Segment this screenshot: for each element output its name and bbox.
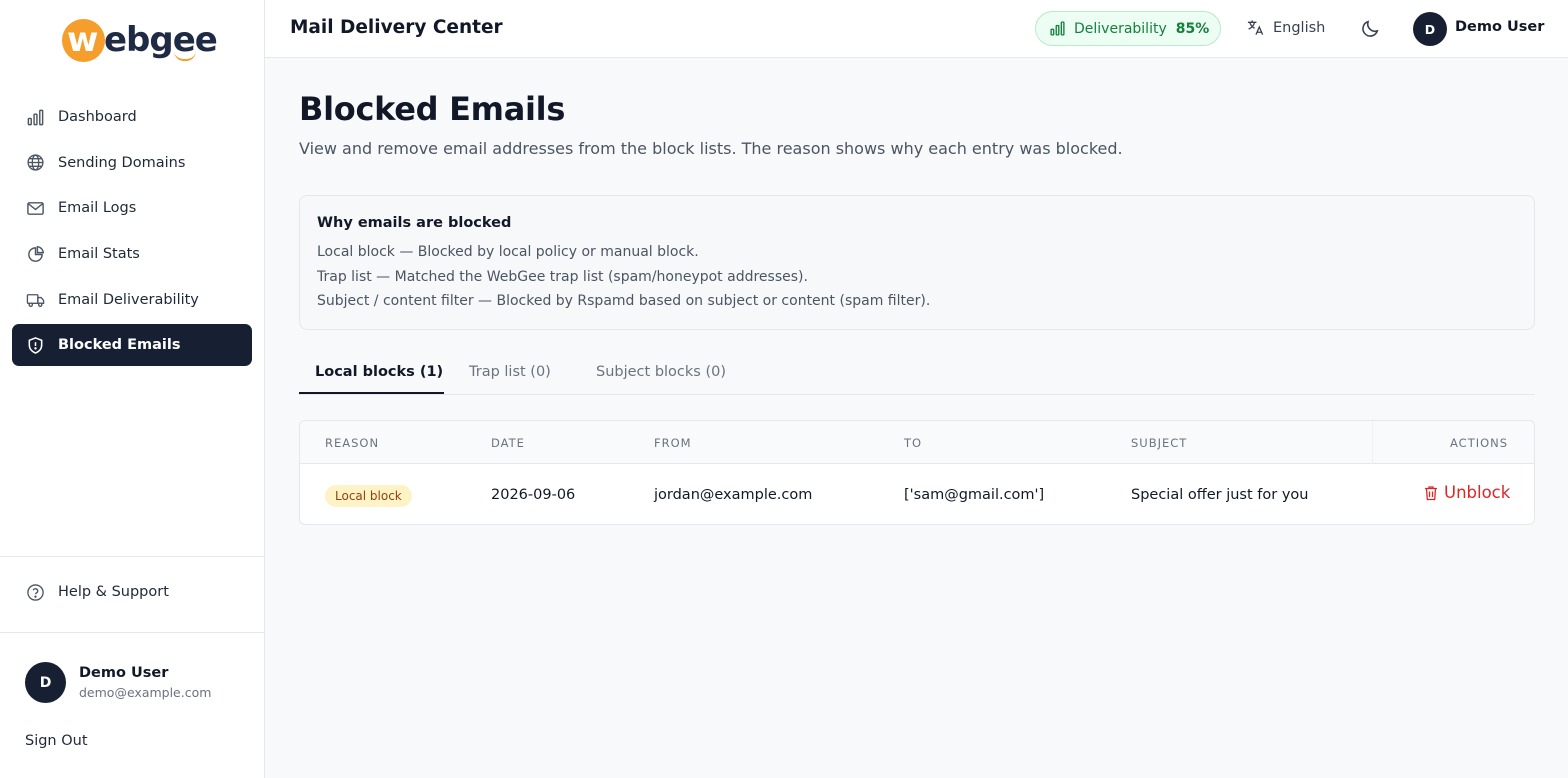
top-header: Mail Delivery Center Deliverability 85% … xyxy=(265,0,1568,58)
moon-icon[interactable] xyxy=(1360,18,1381,39)
help-support-label: Help & Support xyxy=(58,584,169,600)
bar-chart-icon xyxy=(25,107,45,127)
truck-icon xyxy=(25,290,45,310)
active-tab-indicator xyxy=(299,392,444,394)
sidebar: w ebgee Dashboard Sending Domains Email … xyxy=(0,0,265,778)
sidebar-nav: Dashboard Sending Domains Email Logs Ema… xyxy=(12,96,252,370)
logo-letter-w: w xyxy=(67,20,98,60)
column-header-reason: REASON xyxy=(325,436,380,450)
logo-wordmark: ebgee xyxy=(104,20,218,60)
user-name: Demo User xyxy=(79,665,169,681)
sidebar-item-label: Email Deliverability xyxy=(58,291,199,308)
sidebar-item-email-stats[interactable]: Email Stats xyxy=(12,233,252,275)
unblock-button[interactable]: Unblock xyxy=(1424,483,1510,502)
deliverability-value: 85% xyxy=(1175,20,1210,37)
info-line-local-block: Local block — Blocked by local policy or… xyxy=(317,244,699,260)
tab-trap-list[interactable]: Trap list (0) xyxy=(469,364,551,380)
shield-icon xyxy=(25,335,45,355)
tab-local-blocks[interactable]: Local blocks (1) xyxy=(315,364,443,380)
deliverability-label: Deliverability xyxy=(1074,20,1167,37)
cell-to: ['sam@gmail.com'] xyxy=(904,487,1045,503)
unblock-label: Unblock xyxy=(1444,483,1511,502)
globe-icon xyxy=(25,153,45,173)
page-subtitle: View and remove email addresses from the… xyxy=(299,139,1123,158)
sidebar-divider xyxy=(0,556,264,557)
translate-icon xyxy=(1247,20,1264,35)
mail-icon xyxy=(25,198,45,218)
column-divider xyxy=(1372,421,1373,464)
cell-from: jordan@example.com xyxy=(654,487,813,503)
sidebar-divider xyxy=(0,632,264,633)
language-label: English xyxy=(1273,19,1326,36)
user-email: demo@example.com xyxy=(79,685,212,700)
language-selector[interactable]: English xyxy=(1246,18,1325,37)
cell-date: 2026-09-06 xyxy=(491,487,576,503)
help-circle-icon xyxy=(25,582,45,602)
reason-badge: Local block xyxy=(325,485,412,507)
sidebar-item-label: Dashboard xyxy=(58,109,137,125)
pie-chart-icon xyxy=(25,244,45,264)
trash-icon xyxy=(1425,485,1437,500)
sidebar-item-label: Email Logs xyxy=(58,200,137,217)
header-avatar[interactable]: D xyxy=(1413,12,1447,46)
info-line-trap-list: Trap list — Matched the WebGee trap list… xyxy=(317,269,808,285)
info-line-content-filter: Subject / content filter — Blocked by Rs… xyxy=(317,293,931,309)
block-list-tabs: Local blocks (1) Trap list (0) Subject b… xyxy=(299,360,1535,395)
column-header-subject: SUBJECT xyxy=(1131,436,1188,450)
sidebar-item-blocked-emails[interactable]: Blocked Emails xyxy=(12,324,252,367)
sign-out-button[interactable]: Sign Out xyxy=(25,733,88,749)
sidebar-item-sending-domains[interactable]: Sending Domains xyxy=(12,142,252,184)
column-header-to: TO xyxy=(904,436,923,450)
sidebar-item-label: Email Stats xyxy=(58,246,140,263)
sidebar-item-email-deliverability[interactable]: Email Deliverability xyxy=(12,279,252,321)
header-user-name[interactable]: Demo User xyxy=(1455,19,1544,35)
block-reasons-info: Why emails are blocked Local block — Blo… xyxy=(299,195,1535,330)
tab-subject-blocks[interactable]: Subject blocks (0) xyxy=(596,364,726,380)
sidebar-item-label: Blocked Emails xyxy=(58,337,181,354)
sidebar-item-dashboard[interactable]: Dashboard xyxy=(12,96,252,138)
sidebar-item-email-logs[interactable]: Email Logs xyxy=(12,187,252,229)
info-title: Why emails are blocked xyxy=(317,215,512,231)
header-title: Mail Delivery Center xyxy=(290,17,503,38)
blocked-emails-table: REASON DATE FROM TO SUBJECT ACTIONS Loca… xyxy=(299,420,1535,525)
webgee-logo[interactable]: w ebgee xyxy=(62,18,218,64)
sidebar-item-label: Sending Domains xyxy=(58,154,186,171)
cell-subject: Special offer just for you xyxy=(1131,487,1309,503)
help-support-link[interactable]: Help & Support xyxy=(25,582,169,602)
avatar: D xyxy=(25,662,66,703)
column-header-actions: ACTIONS xyxy=(1450,436,1509,450)
deliverability-badge[interactable]: Deliverability 85% xyxy=(1035,11,1221,46)
column-header-date: DATE xyxy=(491,436,525,450)
page-title: Blocked Emails xyxy=(299,90,566,128)
bar-chart-icon xyxy=(1050,21,1065,36)
table-header: REASON DATE FROM TO SUBJECT ACTIONS xyxy=(300,421,1534,464)
column-header-from: FROM xyxy=(654,436,692,450)
